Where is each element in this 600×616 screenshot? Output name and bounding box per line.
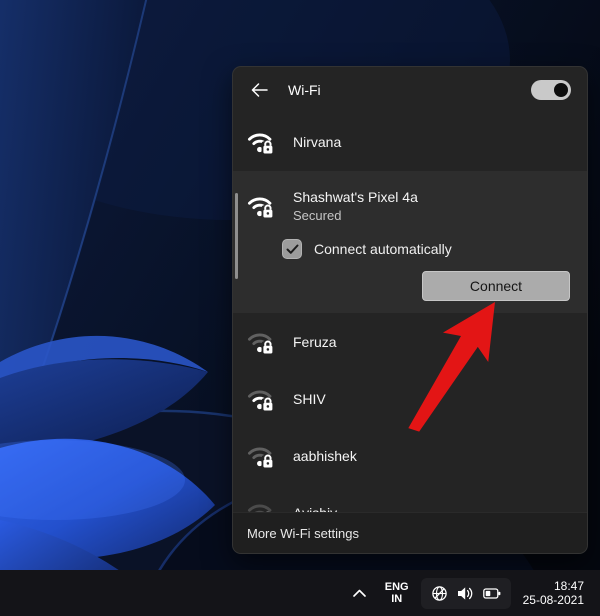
language-indicator[interactable]: ENG IN [385, 581, 409, 605]
network-security-status: Secured [293, 208, 342, 223]
footer-label: More Wi-Fi settings [247, 525, 359, 541]
wifi-network-row-feruza[interactable]: Feruza [233, 313, 587, 370]
wifi-toggle-knob [554, 83, 568, 97]
clock-time: 18:47 [553, 579, 584, 593]
network-name: Nirvana [293, 134, 342, 150]
quick-settings-button[interactable] [420, 577, 511, 609]
network-name: Shashwat's Pixel 4a [293, 189, 418, 205]
network-name: SHIV [293, 390, 326, 407]
wifi-toggle[interactable] [531, 80, 571, 100]
scrollbar-thumb[interactable] [235, 193, 238, 279]
wifi-network-row-shashwat[interactable]: Shashwat's Pixel 4a Secured [233, 181, 587, 231]
connect-button-row: Connect [233, 259, 587, 301]
language-line1: ENG [384, 581, 409, 593]
wifi-signal-lock-icon [247, 333, 275, 355]
back-button[interactable] [249, 81, 270, 99]
wifi-network-row-aabhishek[interactable]: aabhishek [233, 427, 587, 484]
checkbox-label: Connect automatically [314, 241, 452, 257]
desktop: Wi-Fi Nirvana Shashwat's Pixel 4a Secure… [0, 0, 600, 616]
more-wifi-settings-link[interactable]: More Wi-Fi settings [233, 512, 587, 553]
language-line2: IN [391, 593, 403, 605]
wifi-signal-lock-icon [247, 447, 275, 469]
tray-overflow-button[interactable] [347, 579, 373, 607]
battery-icon [482, 587, 501, 599]
wifi-network-row-nirvana[interactable]: Nirvana [233, 113, 587, 171]
network-name: aabhishek [293, 447, 357, 464]
network-globe-icon [431, 585, 447, 601]
wifi-signal-lock-icon [247, 390, 275, 412]
clock[interactable]: 18:47 25-08-2021 [523, 579, 584, 607]
flyout-title: Wi-Fi [288, 82, 321, 98]
flyout-header: Wi-Fi [233, 67, 587, 113]
checkbox[interactable] [282, 239, 302, 259]
connect-automatically-checkbox[interactable]: Connect automatically [282, 239, 587, 259]
wifi-signal-lock-icon [247, 133, 275, 156]
wifi-network-row-shiv[interactable]: SHIV [233, 370, 587, 427]
volume-icon [457, 586, 472, 600]
clock-date: 25-08-2021 [522, 593, 584, 607]
network-name: Feruza [293, 333, 337, 350]
wifi-network-expanded-shashwat[interactable]: Shashwat's Pixel 4a Secured Connect auto… [233, 171, 587, 313]
connect-button[interactable]: Connect [422, 271, 570, 301]
taskbar: ENG IN 18:47 25-08-2021 [0, 570, 600, 616]
chevron-up-icon [353, 589, 367, 597]
wifi-signal-lock-icon [247, 197, 275, 220]
wifi-network-list: Nirvana Shashwat's Pixel 4a Secured Conn… [233, 113, 587, 517]
wifi-flyout: Wi-Fi Nirvana Shashwat's Pixel 4a Secure… [232, 66, 588, 554]
checkmark-icon [286, 244, 298, 254]
back-arrow-icon [251, 83, 268, 97]
